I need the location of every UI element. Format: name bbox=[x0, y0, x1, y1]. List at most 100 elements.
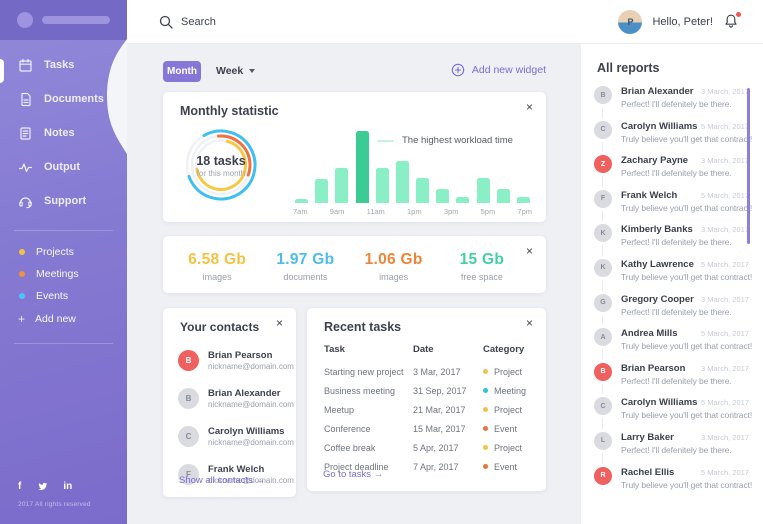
sidebar-category-item[interactable]: Meetings bbox=[0, 263, 127, 285]
contact-name: Frank Welch bbox=[208, 464, 294, 475]
report-item[interactable]: C Carolyn Williams 5 March, 2017 Truly b… bbox=[581, 395, 763, 430]
show-all-contacts-link[interactable]: Show all contacts → bbox=[179, 475, 265, 486]
sidebar-item-output[interactable]: Output bbox=[0, 150, 127, 184]
report-date: 3 March, 2017 bbox=[701, 364, 749, 373]
storage-value: 1.06 Gb bbox=[350, 251, 438, 269]
report-message: Truly believe you'll get that contract! bbox=[621, 203, 749, 213]
week-label: Week bbox=[216, 65, 243, 77]
topbar: P Hello, Peter! bbox=[127, 0, 763, 44]
recent-tasks-card: Recent tasks × Task Date Category Starti… bbox=[307, 308, 546, 491]
task-name: Business meeting bbox=[324, 386, 413, 396]
sidebar-category-item[interactable]: Events bbox=[0, 285, 127, 307]
report-date: 5 March, 2017 bbox=[701, 398, 749, 407]
category-dot-icon bbox=[483, 388, 488, 393]
bar-6pm bbox=[517, 197, 530, 203]
close-icon[interactable]: × bbox=[526, 244, 533, 258]
reports-scrollbar[interactable] bbox=[747, 88, 750, 244]
facebook-icon[interactable]: f bbox=[18, 481, 21, 493]
task-row[interactable]: Conference 15 Mar, 2017 Event bbox=[324, 419, 536, 438]
task-row[interactable]: Starting new project 3 Mar, 2017 Project bbox=[324, 362, 536, 381]
task-date: 7 Apr, 2017 bbox=[413, 462, 483, 472]
report-item[interactable]: F Frank Welch 5 March, 2017 Truly believ… bbox=[581, 188, 763, 223]
bar-3pm bbox=[456, 197, 469, 203]
plus-icon: + bbox=[18, 312, 25, 326]
contacts-card: Your contacts × B Brian Pearson nickname… bbox=[163, 308, 296, 497]
notifications-button[interactable] bbox=[723, 13, 741, 31]
week-dropdown[interactable]: Week bbox=[216, 65, 255, 77]
donut-center-value: 18 tasks bbox=[196, 154, 245, 168]
sidebar-item-support[interactable]: Support bbox=[0, 184, 127, 218]
report-item[interactable]: K Kathy Lawrence 5 March, 2017 Truly bel… bbox=[581, 257, 763, 292]
report-message: Truly believe you'll get that contract! bbox=[621, 410, 749, 420]
report-item[interactable]: G Gregory Cooper 3 March, 2017 Perfect! … bbox=[581, 292, 763, 327]
add-widget-button[interactable]: Add new widget bbox=[451, 63, 546, 77]
contact-row[interactable]: F Frank Welch nickname@domain.com bbox=[163, 455, 296, 493]
report-message: Perfect! I'll defenitely be there. bbox=[621, 445, 749, 455]
add-widget-label: Add new widget bbox=[472, 64, 546, 76]
storage-value: 1.97 Gb bbox=[261, 251, 349, 269]
contact-row[interactable]: C Carolyn Williams nickname@domain.com bbox=[163, 417, 296, 455]
report-item[interactable]: R Rachel Ellis 5 March, 2017 Truly belie… bbox=[581, 465, 763, 500]
sidebar-item-label: Notes bbox=[44, 127, 75, 139]
task-category: Event bbox=[494, 424, 517, 434]
x-tick-label: 9am bbox=[330, 207, 345, 216]
sidebar-divider bbox=[14, 230, 113, 231]
report-name: Kathy Lawrence bbox=[621, 259, 694, 270]
link-label: Show all contacts bbox=[179, 475, 253, 486]
search-input[interactable] bbox=[181, 16, 341, 28]
logo-icon bbox=[17, 12, 33, 28]
contact-avatar: C bbox=[178, 426, 199, 447]
report-item[interactable]: L Larry Baker 3 March, 2017 Perfect! I'l… bbox=[581, 430, 763, 465]
bar-12pm bbox=[396, 161, 409, 203]
report-item[interactable]: A Andrea Mills 5 March, 2017 Truly belie… bbox=[581, 326, 763, 361]
go-to-tasks-link[interactable]: Go to tasks → bbox=[323, 469, 383, 480]
contact-row[interactable]: B Brian Pearson nickname@domain.com bbox=[163, 341, 296, 379]
close-icon[interactable]: × bbox=[526, 316, 533, 330]
search-area bbox=[159, 0, 341, 44]
report-item[interactable]: C Carolyn Williams 5 March, 2017 Truly b… bbox=[581, 119, 763, 154]
search-icon[interactable] bbox=[159, 15, 173, 29]
report-item[interactable]: B Brian Alexander 3 March, 2017 Perfect!… bbox=[581, 84, 763, 119]
user-avatar[interactable]: P bbox=[618, 10, 642, 34]
sidebar-item-label: Support bbox=[44, 195, 86, 207]
report-date: 3 March, 2017 bbox=[701, 225, 749, 234]
task-date: 3 Mar, 2017 bbox=[413, 367, 483, 377]
task-row[interactable]: Coffee break 5 Apr, 2017 Project bbox=[324, 438, 536, 457]
twitter-bird-icon bbox=[36, 481, 48, 493]
report-item[interactable]: B Brian Pearson 3 March, 2017 Perfect! I… bbox=[581, 361, 763, 396]
report-avatar: R bbox=[594, 467, 612, 485]
task-row[interactable]: Meetup 21 Mar, 2017 Project bbox=[324, 400, 536, 419]
storage-label: documents bbox=[261, 272, 349, 282]
task-name: Starting new project bbox=[324, 367, 413, 377]
bar-4pm bbox=[477, 178, 490, 203]
reports-list: B Brian Alexander 3 March, 2017 Perfect!… bbox=[581, 84, 763, 499]
task-row[interactable]: Business meeting 31 Sep, 2017 Meeting bbox=[324, 381, 536, 400]
report-item[interactable]: Z Zachary Payne 3 March, 2017 Perfect! I… bbox=[581, 153, 763, 188]
close-icon[interactable]: × bbox=[276, 316, 283, 330]
category-dot-icon bbox=[483, 464, 488, 469]
month-toggle-button[interactable]: Month bbox=[163, 61, 201, 82]
linkedin-icon[interactable]: in bbox=[63, 481, 72, 493]
sidebar-category-item[interactable]: Projects bbox=[0, 241, 127, 263]
contact-name: Carolyn Williams bbox=[208, 426, 294, 437]
bar-8am bbox=[315, 179, 328, 203]
close-icon[interactable]: × bbox=[526, 100, 533, 114]
column-category: Category bbox=[483, 344, 536, 355]
report-name: Brian Alexander bbox=[621, 86, 694, 97]
contact-list: B Brian Pearson nickname@domain.com B Br… bbox=[163, 341, 296, 493]
report-date: 3 March, 2017 bbox=[701, 295, 749, 304]
bar-10am bbox=[356, 131, 369, 203]
contact-row[interactable]: B Brian Alexander nickname@domain.com bbox=[163, 379, 296, 417]
reports-panel: All reports B Brian Alexander 3 March, 2… bbox=[580, 44, 763, 524]
sidebar-add-new[interactable]: + Add new bbox=[0, 307, 127, 331]
plus-circle-icon bbox=[451, 63, 465, 77]
report-date: 3 March, 2017 bbox=[701, 87, 749, 96]
twitter-icon[interactable] bbox=[36, 481, 48, 493]
report-name: Larry Baker bbox=[621, 432, 674, 443]
chevron-down-icon bbox=[249, 69, 255, 73]
storage-stats-card: 6.58 Gb images 1.97 Gb documents 1.06 Gb… bbox=[163, 236, 546, 293]
dashboard-app: Overview Tasks Documents Notes Output Su… bbox=[0, 0, 763, 524]
task-name: Conference bbox=[324, 424, 413, 434]
report-item[interactable]: K Kimberly Banks 3 March, 2017 Perfect! … bbox=[581, 222, 763, 257]
view-toolbar: Month Week Add new widget bbox=[163, 61, 546, 83]
